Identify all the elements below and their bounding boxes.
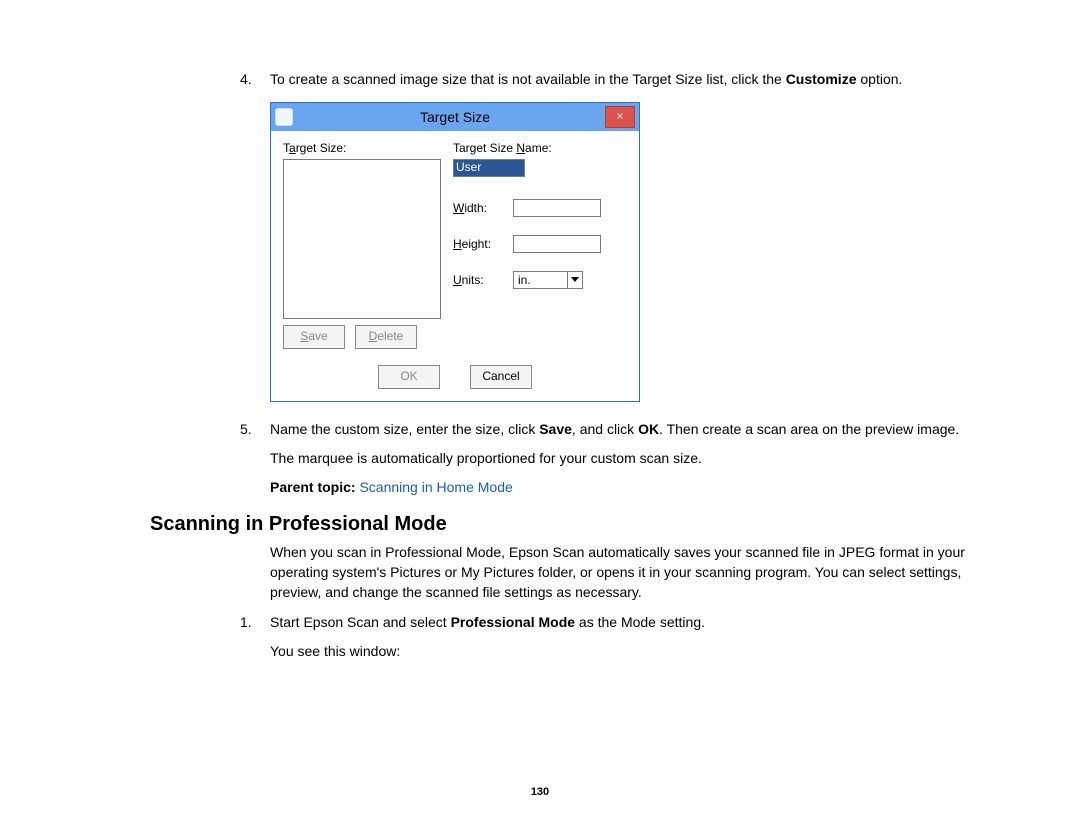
left-column: Target Size: Save Delete — [283, 141, 441, 349]
chevron-down-icon — [567, 272, 582, 288]
dialog-footer: OK Cancel — [271, 357, 639, 401]
dialog-figure: Target Size × Target Size: Save — [270, 102, 1010, 402]
target-size-dialog: Target Size × Target Size: Save — [270, 102, 640, 402]
save-button[interactable]: Save — [283, 325, 345, 349]
parent-topic: Parent topic: Scanning in Home Mode — [270, 479, 1010, 495]
width-row: Width: — [453, 199, 627, 217]
delete-button[interactable]: Delete — [355, 325, 417, 349]
step-5: 5. Name the custom size, enter the size,… — [240, 420, 1010, 469]
pm-step-1: 1. Start Epson Scan and select Professio… — [240, 613, 1010, 662]
units-label: Units: — [453, 273, 513, 287]
section-heading: Scanning in Professional Mode — [150, 513, 1010, 536]
height-input[interactable] — [513, 235, 601, 253]
width-input[interactable] — [513, 199, 601, 217]
step-5-number: 5. — [240, 420, 252, 440]
right-column: Target Size Name: User Defined Width: He… — [453, 141, 627, 349]
pm-step-1-text: Start Epson Scan and select Professional… — [270, 614, 705, 630]
target-size-label: Target Size: — [283, 141, 441, 155]
dialog-system-icon — [275, 108, 293, 126]
ok-button[interactable]: OK — [378, 365, 440, 389]
target-size-name-input[interactable]: User Defined — [453, 159, 525, 177]
step-5-text: Name the custom size, enter the size, cl… — [270, 421, 959, 437]
step-4-text: To create a scanned image size that is n… — [270, 71, 902, 87]
units-select[interactable]: in. — [513, 271, 583, 289]
step-4-number: 4. — [240, 70, 252, 90]
dialog-titlebar: Target Size × — [271, 103, 639, 131]
pm-step-1-number: 1. — [240, 613, 252, 633]
target-size-listbox[interactable] — [283, 159, 441, 319]
dialog-body: Target Size: Save Delete Target Siz — [271, 131, 639, 357]
left-button-row: Save Delete — [283, 325, 441, 349]
step-5-paragraph-2: The marquee is automatically proportione… — [270, 449, 1010, 469]
step-4: 4. To create a scanned image size that i… — [240, 70, 1010, 90]
intro-paragraph: When you scan in Professional Mode, Epso… — [270, 542, 1010, 603]
units-value: in. — [518, 273, 531, 287]
height-row: Height: — [453, 235, 627, 253]
target-size-name-label: Target Size Name: — [453, 141, 627, 155]
width-label: Width: — [453, 201, 513, 215]
close-button[interactable]: × — [605, 106, 635, 128]
page-number: 130 — [0, 786, 1080, 798]
cancel-button[interactable]: Cancel — [470, 365, 532, 389]
dialog-title: Target Size — [271, 109, 639, 125]
height-label: Height: — [453, 237, 513, 251]
units-row: Units: in. — [453, 271, 627, 289]
pm-step-1-line-2: You see this window: — [270, 642, 1010, 662]
close-icon: × — [616, 109, 623, 123]
parent-topic-link[interactable]: Scanning in Home Mode — [359, 479, 512, 495]
